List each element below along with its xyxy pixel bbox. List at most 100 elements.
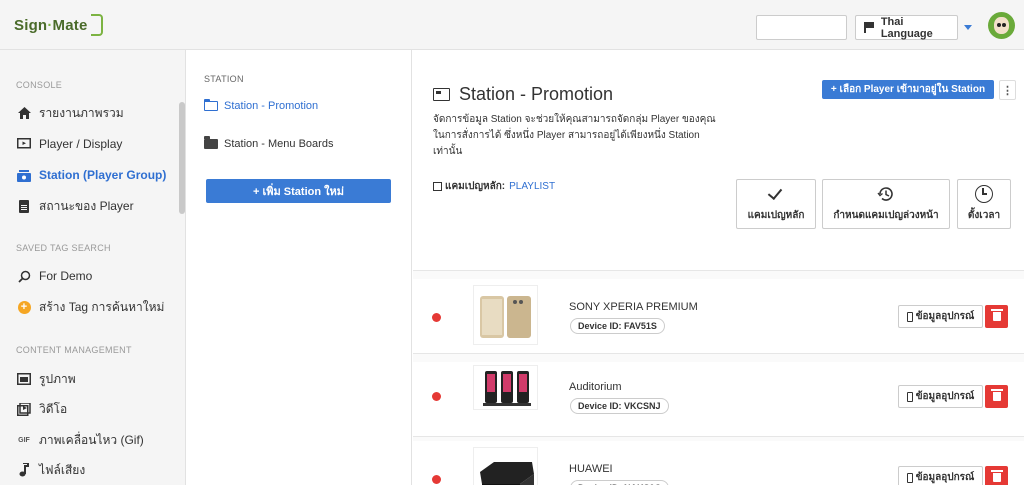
device-info-label: ข้อมูลอุปกรณ์ xyxy=(915,391,975,402)
sidebar-item-player-display[interactable]: Player / Display xyxy=(0,131,178,157)
sidebar-item-label: สร้าง Tag การค้นหาใหม่ xyxy=(39,299,165,314)
sidebar-item-label: รูปภาพ xyxy=(39,371,76,386)
sidebar-item-label: รายงานภาพรวม xyxy=(39,105,124,120)
avatar[interactable] xyxy=(988,12,1015,39)
history-icon xyxy=(877,185,895,203)
delete-button[interactable] xyxy=(985,385,1008,408)
sidebar-item-create-tag[interactable]: + สร้าง Tag การค้นหาใหม่ xyxy=(0,294,178,320)
section-title-content: CONTENT MANAGEMENT xyxy=(16,345,132,355)
sidebar-item-label: สถานะของ Player xyxy=(39,198,134,213)
page-title: Station - Promotion xyxy=(459,84,614,104)
player-row[interactable]: SONY XPERIA PREMIUM Device ID: FAV51S ข้… xyxy=(413,279,1024,354)
action-label: แคมเปญหลัก xyxy=(747,210,805,221)
player-thumbnail xyxy=(473,447,538,485)
more-options-button[interactable]: ⋮ xyxy=(999,80,1016,100)
sidebar-item-player-status[interactable]: สถานะของ Player xyxy=(0,193,178,219)
player-thumbnail xyxy=(473,285,538,345)
station-group-icon xyxy=(17,168,31,182)
device-info-button[interactable]: ข้อมูลอุปกรณ์ xyxy=(898,466,983,485)
check-icon xyxy=(767,185,785,203)
display-icon xyxy=(17,137,31,151)
player-row[interactable]: Auditorium Device ID: VKCSNJ ข้อมูลอุปกร… xyxy=(413,362,1024,437)
status-offline-dot xyxy=(432,475,441,484)
station-panel: STATION Station - Promotion Station - Me… xyxy=(187,50,412,485)
sidebar-item-label: Player / Display xyxy=(39,137,123,151)
device-info-label: ข้อมูลอุปกรณ์ xyxy=(915,472,975,483)
image-icon xyxy=(17,372,31,386)
station-panel-title: STATION xyxy=(204,74,244,84)
language-label: Thai Language xyxy=(880,15,933,40)
delete-button[interactable] xyxy=(985,305,1008,328)
section-title-console: CONSOLE xyxy=(16,80,63,90)
sidebar-item-label: For Demo xyxy=(39,269,93,283)
device-info-button[interactable]: ข้อมูลอุปกรณ์ xyxy=(898,305,983,328)
campaign-icon xyxy=(433,182,442,191)
player-list: SONY XPERIA PREMIUM Device ID: FAV51S ข้… xyxy=(413,271,1024,485)
station-item-label: Station - Menu Boards xyxy=(224,138,334,150)
device-info-label: ข้อมูลอุปกรณ์ xyxy=(915,311,975,322)
device-info-button[interactable]: ข้อมูลอุปกรณ์ xyxy=(898,385,983,408)
clock-icon xyxy=(975,185,993,203)
caret-down-icon[interactable] xyxy=(964,25,972,30)
delete-button[interactable] xyxy=(985,466,1008,485)
phone-icon xyxy=(906,472,913,483)
station-item-menu-boards[interactable]: Station - Menu Boards xyxy=(204,134,404,154)
set-time-button[interactable]: ตั้งเวลา xyxy=(957,179,1011,229)
music-note-icon xyxy=(17,463,31,477)
signmate-logo[interactable]: Sign·Mate xyxy=(14,12,103,38)
sidebar-item-label: ไฟล์เสียง xyxy=(39,462,86,477)
phone-icon xyxy=(906,311,913,322)
add-circle-icon: + xyxy=(17,300,31,314)
station-item-label: Station - Promotion xyxy=(224,100,319,112)
player-name: Auditorium xyxy=(569,381,622,393)
sidebar-item-overview[interactable]: รายงานภาพรวม xyxy=(0,100,178,126)
phone-icon xyxy=(906,391,913,402)
sidebar-item-for-demo[interactable]: For Demo xyxy=(0,263,178,289)
device-id-badge: Device ID: VKCSNJ xyxy=(570,398,669,414)
add-station-button[interactable]: + เพิ่ม Station ใหม่ xyxy=(206,179,391,203)
sidebar-scrollbar[interactable] xyxy=(179,102,185,214)
main-campaign-button[interactable]: แคมเปญหลัก xyxy=(736,179,816,229)
device-id-badge: Device ID: FAV51S xyxy=(570,318,665,334)
schedule-campaign-button[interactable]: กำหนดแคมเปญล่วงหน้า xyxy=(822,179,950,229)
trash-icon xyxy=(990,389,1003,401)
home-icon xyxy=(17,106,31,120)
sidebar-item-audio[interactable]: ไฟล์เสียง xyxy=(0,457,178,483)
sidebar-item-label: วิดีโอ xyxy=(39,401,68,416)
station-item-promotion[interactable]: Station - Promotion xyxy=(204,96,404,116)
main-campaign-label: แคมเปญหลัก: xyxy=(445,181,506,192)
trash-icon xyxy=(990,309,1003,321)
top-bar: Sign·Mate Thai Language xyxy=(0,0,1024,50)
sidebar-item-station[interactable]: Station (Player Group) xyxy=(0,162,178,188)
document-icon xyxy=(17,199,31,213)
sidebar-item-images[interactable]: รูปภาพ xyxy=(0,366,178,392)
player-name: HUAWEI xyxy=(569,463,613,475)
select-player-button[interactable]: + เลือก Player เข้ามาอยู่ใน Station xyxy=(822,80,994,99)
search-input[interactable] xyxy=(756,15,847,40)
action-label: ตั้งเวลา xyxy=(967,210,1001,221)
video-icon xyxy=(17,402,31,416)
trash-icon xyxy=(990,470,1003,482)
player-row[interactable]: HUAWEI Device ID: NAKS0C ข้อมูลอุปกรณ์ xyxy=(413,441,1024,485)
sidebar-item-gif[interactable]: GIF ภาพเคลื่อนไหว (Gif) xyxy=(0,427,178,453)
section-title-saved-tag: SAVED TAG SEARCH xyxy=(16,243,111,253)
folder-open-icon xyxy=(204,99,218,111)
main-campaign-link[interactable]: PLAYLIST xyxy=(509,181,555,192)
status-offline-dot xyxy=(432,392,441,401)
folder-icon xyxy=(204,136,218,149)
tag-search-icon xyxy=(17,269,31,283)
player-thumbnail xyxy=(473,365,538,410)
logo-mark-icon xyxy=(90,14,103,36)
sidebar: CONSOLE รายงานภาพรวม Player / Display St… xyxy=(0,50,186,485)
sidebar-item-label: Station (Player Group) xyxy=(39,168,167,182)
player-name: SONY XPERIA PREMIUM xyxy=(569,301,698,313)
action-label: กำหนดแคมเปญล่วงหน้า xyxy=(833,210,939,221)
logo-text: Sign·Mate xyxy=(14,16,88,34)
sidebar-item-videos[interactable]: วิดีโอ xyxy=(0,396,178,422)
station-icon xyxy=(433,88,450,101)
language-selector[interactable]: Thai Language xyxy=(855,15,958,40)
gif-icon: GIF xyxy=(18,436,30,444)
flag-icon xyxy=(864,22,874,33)
device-id-badge: Device ID: NAKS0C xyxy=(570,480,670,485)
sidebar-item-label: ภาพเคลื่อนไหว (Gif) xyxy=(39,432,144,447)
